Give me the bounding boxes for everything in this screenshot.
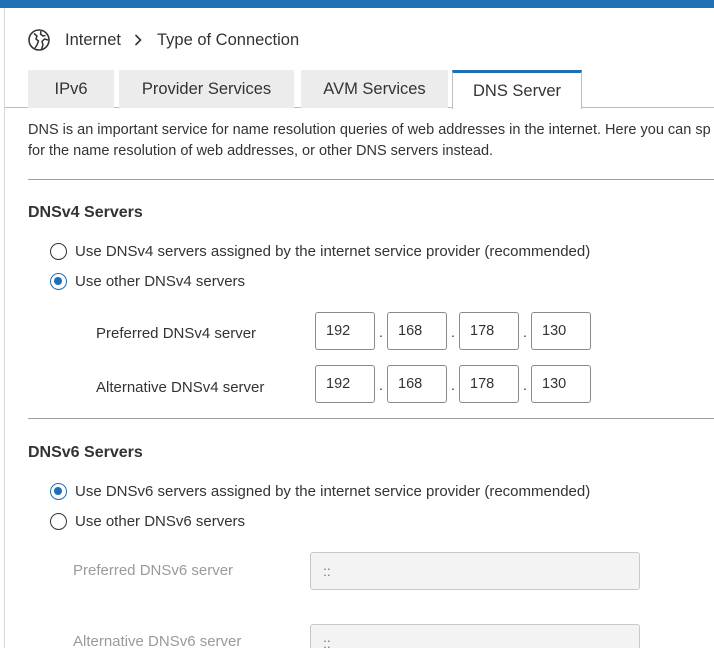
breadcrumb: Internet Type of Connection	[28, 28, 299, 52]
description-line-1: DNS is an important service for name res…	[28, 122, 711, 138]
top-accent-bar	[0, 0, 714, 8]
octet-separator: .	[451, 377, 455, 393]
section-divider	[28, 179, 714, 180]
octet-separator: .	[379, 324, 383, 340]
octet-separator: .	[451, 324, 455, 340]
dnsv4-other-radio[interactable]	[50, 272, 67, 290]
description-line-2: for the name resolution of web addresses…	[28, 143, 494, 159]
description-text: DNS is an important service for name res…	[28, 120, 714, 162]
dnsv6-isp-label: Use DNSv6 servers assigned by the intern…	[75, 482, 591, 500]
dnsv6-isp-radio[interactable]	[50, 482, 67, 500]
dnsv4-isp-radio[interactable]	[50, 242, 67, 260]
dnsv4-isp-label: Use DNSv4 servers assigned by the intern…	[75, 242, 591, 260]
preferred-dnsv4-octet-3[interactable]	[459, 312, 519, 350]
dnsv6-option-isp[interactable]: Use DNSv6 servers assigned by the intern…	[50, 481, 590, 501]
octet-separator: .	[523, 324, 527, 340]
breadcrumb-parent[interactable]: Internet	[65, 31, 121, 50]
alternative-dnsv4-octet-2[interactable]	[387, 365, 447, 403]
dnsv6-other-radio[interactable]	[50, 512, 67, 530]
preferred-dnsv4-octet-2[interactable]	[387, 312, 447, 350]
alternative-dnsv4-octet-3[interactable]	[459, 365, 519, 403]
preferred-dnsv6-label: Preferred DNSv6 server	[73, 562, 234, 579]
dnsv4-heading: DNSv4 Servers	[28, 204, 143, 221]
alternative-dnsv6-input[interactable]	[310, 624, 640, 648]
alternative-dnsv4-octet-4[interactable]	[531, 365, 591, 403]
preferred-dnsv4-octet-4[interactable]	[531, 312, 591, 350]
dnsv4-other-label: Use other DNSv4 servers	[75, 272, 246, 290]
preferred-dnsv4-octet-1[interactable]	[315, 312, 375, 350]
section-divider	[28, 418, 714, 419]
preferred-dnsv6-input[interactable]	[310, 552, 640, 590]
tab-bar: IPv6 Provider Services AVM Services DNS …	[5, 70, 714, 109]
dnsv4-option-other[interactable]: Use other DNSv4 servers	[50, 271, 245, 291]
dnsv6-other-label: Use other DNSv6 servers	[75, 512, 246, 530]
alternative-dnsv6-label: Alternative DNSv6 server	[73, 633, 242, 648]
preferred-dnsv4-label: Preferred DNSv4 server	[96, 325, 257, 342]
octet-separator: .	[379, 377, 383, 393]
dnsv6-option-other[interactable]: Use other DNSv6 servers	[50, 511, 245, 531]
tab-avm-services[interactable]: AVM Services	[301, 70, 448, 108]
dnsv4-option-isp[interactable]: Use DNSv4 servers assigned by the intern…	[50, 241, 590, 261]
tab-dns-server[interactable]: DNS Server	[452, 70, 582, 109]
dnsv6-heading: DNSv6 Servers	[28, 444, 143, 461]
alternative-dnsv4-octet-1[interactable]	[315, 365, 375, 403]
chevron-right-icon	[134, 34, 142, 46]
tab-provider-services[interactable]: Provider Services	[119, 70, 294, 108]
octet-separator: .	[523, 377, 527, 393]
tab-ipv6[interactable]: IPv6	[28, 70, 114, 108]
alternative-dnsv4-label: Alternative DNSv4 server	[96, 379, 265, 396]
globe-icon	[28, 29, 50, 51]
breadcrumb-current: Type of Connection	[156, 30, 300, 49]
